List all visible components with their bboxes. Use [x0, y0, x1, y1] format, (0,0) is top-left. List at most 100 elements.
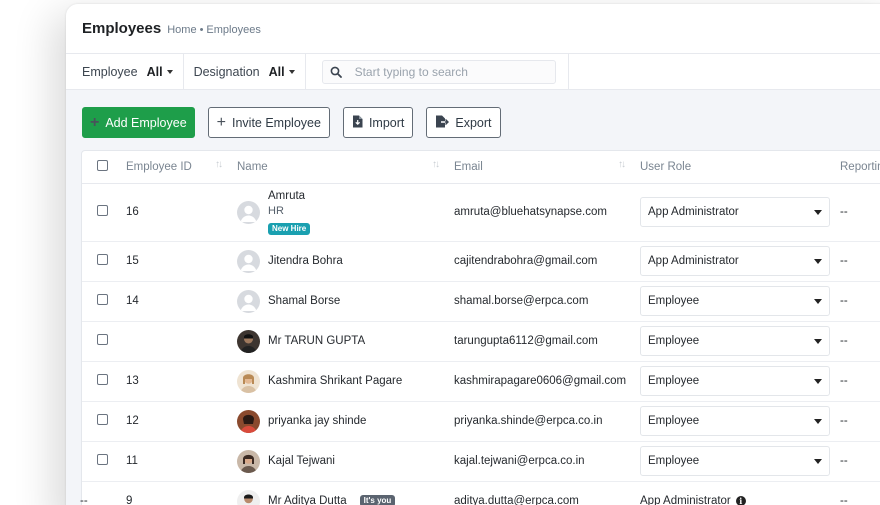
- reporting-cell: --: [830, 183, 880, 242]
- avatar: [237, 200, 260, 224]
- invite-employee-button[interactable]: + Invite Employee: [207, 107, 330, 138]
- name-cell: Mr TARUN GUPTA: [227, 321, 444, 362]
- import-button[interactable]: Import: [342, 107, 414, 138]
- role-cell: App Administrator: [630, 241, 830, 282]
- designation-filter[interactable]: Designation All: [184, 54, 306, 89]
- new-hire-badge: New Hire: [268, 223, 311, 235]
- row-checkbox[interactable]: [97, 254, 108, 265]
- employee-id-cell: 13: [116, 361, 227, 402]
- employee-filter[interactable]: Employee All: [66, 54, 184, 89]
- breadcrumb: Home • Employees: [167, 24, 261, 36]
- add-employee-button[interactable]: + Add Employee: [82, 107, 195, 138]
- user-role-select[interactable]: Employee: [640, 406, 830, 436]
- email-cell: priyanka.shinde@erpca.co.in: [444, 401, 630, 442]
- chevron-down-icon: [814, 298, 822, 304]
- user-role-select[interactable]: Employee: [640, 326, 830, 356]
- search-box[interactable]: [321, 59, 556, 84]
- employee-id-cell: 12: [116, 401, 227, 442]
- toolbar: + Add Employee + Invite Employee Import …: [66, 90, 880, 138]
- caret-down-icon[interactable]: [166, 69, 173, 74]
- row-checkbox[interactable]: [97, 205, 108, 216]
- info-icon[interactable]: i: [735, 496, 746, 505]
- row-checkbox[interactable]: [97, 374, 108, 385]
- breadcrumb-home[interactable]: Home: [167, 24, 196, 36]
- row-select-cell: [82, 183, 116, 242]
- name-cell: Amruta HR New Hire: [227, 183, 444, 242]
- filter-divider: [567, 54, 569, 89]
- email-cell: kajal.tejwani@erpca.co.in: [444, 441, 630, 482]
- col-header-user-role: User Role: [630, 151, 830, 184]
- sort-icon[interactable]: ↑↓: [215, 159, 223, 170]
- role-cell: App Administrator i: [630, 481, 830, 505]
- breadcrumb-separator: •: [199, 23, 204, 36]
- employees-table: Employee ID ↑↓ Name ↑↓ Email ↑↓ User Role R…: [80, 151, 880, 505]
- user-role-value: Employee: [648, 455, 700, 467]
- row-checkbox[interactable]: [97, 414, 108, 425]
- employee-id-cell: 9: [116, 481, 227, 505]
- row-checkbox[interactable]: [97, 334, 108, 345]
- file-export-icon: [435, 115, 450, 131]
- col-header-label: Email: [454, 160, 483, 173]
- row-select-cell: --: [80, 481, 116, 505]
- employee-id-cell: 15: [116, 241, 227, 282]
- employee-filter-value[interactable]: All: [147, 65, 163, 79]
- table-header-row: Employee ID ↑↓ Name ↑↓ Email ↑↓ User Role R…: [82, 151, 880, 184]
- role-cell: Employee: [630, 441, 830, 482]
- employee-name[interactable]: Kashmira Shrikant Pagare: [268, 375, 402, 387]
- row-select-cell: [82, 241, 116, 282]
- user-role-value: App Administrator: [648, 255, 739, 267]
- row-select-cell: [82, 281, 116, 322]
- employee-id-cell: 11: [116, 441, 227, 482]
- col-header-employee-id[interactable]: Employee ID ↑↓: [116, 151, 227, 184]
- app-window: Employees Home • Employees Employee All De…: [66, 4, 880, 505]
- col-header-name[interactable]: Name ↑↓: [227, 151, 444, 184]
- table-row: 14 Shamal Borse shamal.borse@erpca.com E…: [82, 281, 880, 322]
- chevron-down-icon: [814, 458, 822, 464]
- email-cell: amruta@bluehatsynapse.com: [444, 183, 630, 242]
- invite-employee-label: Invite Employee: [232, 115, 321, 130]
- user-role-select[interactable]: Employee: [640, 366, 830, 396]
- chevron-down-icon: [814, 258, 822, 264]
- employee-name[interactable]: Amruta: [268, 189, 310, 204]
- employee-id-cell: [116, 321, 227, 362]
- col-header-label: Employee ID: [126, 160, 192, 173]
- search-input[interactable]: [348, 64, 544, 79]
- user-role-select[interactable]: Employee: [640, 446, 830, 476]
- email-cell: shamal.borse@erpca.com: [444, 281, 630, 322]
- user-role-select[interactable]: App Administrator: [640, 246, 830, 276]
- employee-name[interactable]: Mr Aditya Dutta: [268, 495, 347, 505]
- plus-icon: +: [90, 113, 100, 131]
- col-header-email[interactable]: Email ↑↓: [444, 151, 630, 184]
- select-all-checkbox[interactable]: [97, 159, 108, 171]
- email-cell: aditya.dutta@erpca.com: [444, 481, 630, 505]
- employee-name[interactable]: Kajal Tejwani: [268, 455, 335, 467]
- sort-icon[interactable]: ↑↓: [432, 159, 440, 170]
- table-row: -- 9 Mr Aditya Dutta It's you aditya.dut…: [80, 481, 880, 505]
- row-select-placeholder: --: [80, 495, 88, 505]
- employee-name[interactable]: priyanka jay shinde: [268, 415, 366, 427]
- user-role-select[interactable]: Employee: [640, 286, 830, 316]
- row-select-cell: [82, 321, 116, 362]
- row-select-cell: [82, 361, 116, 402]
- chevron-down-icon: [814, 378, 822, 384]
- caret-down-icon[interactable]: [288, 69, 295, 74]
- employee-name[interactable]: Mr TARUN GUPTA: [268, 335, 365, 347]
- employee-designation: HR: [268, 205, 284, 217]
- export-button[interactable]: Export: [426, 107, 501, 138]
- employee-name[interactable]: Shamal Borse: [268, 295, 340, 307]
- sort-icon[interactable]: ↑↓: [618, 159, 626, 170]
- import-label: Import: [368, 115, 405, 130]
- designation-filter-value[interactable]: All: [269, 65, 285, 79]
- user-role-select[interactable]: App Administrator: [640, 197, 830, 227]
- reporting-cell: --: [830, 281, 880, 322]
- reporting-cell: --: [830, 241, 880, 282]
- chevron-down-icon: [814, 338, 822, 344]
- row-checkbox[interactable]: [97, 294, 108, 305]
- email-cell: cajitendrabohra@gmail.com: [444, 241, 630, 282]
- row-checkbox[interactable]: [97, 454, 108, 465]
- employee-id-cell: 16: [116, 183, 227, 242]
- employee-name[interactable]: Jitendra Bohra: [268, 255, 343, 267]
- row-select-cell: [82, 401, 116, 442]
- name-cell: Shamal Borse: [227, 281, 444, 322]
- user-role-value: Employee: [648, 415, 700, 427]
